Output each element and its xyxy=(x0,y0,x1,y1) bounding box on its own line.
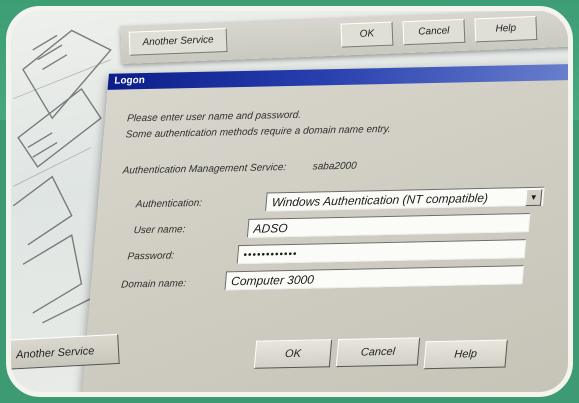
authentication-label: Authentication: xyxy=(135,197,203,211)
service-label: Authentication Management Service: xyxy=(122,162,287,177)
user-name-field[interactable]: ADSO xyxy=(246,212,531,238)
help-button[interactable]: Help xyxy=(423,339,508,370)
password-label: Password: xyxy=(127,250,175,263)
authentication-dropdown[interactable]: Windows Authentication (NT compatible) ▼ xyxy=(265,186,545,212)
logon-dialog: Logon × Please enter user name and passw… xyxy=(81,63,568,392)
chevron-down-icon[interactable]: ▼ xyxy=(524,188,543,207)
back-help-button[interactable]: Help xyxy=(474,16,538,43)
cancel-button[interactable]: Cancel xyxy=(335,337,421,368)
instruction-line-2: Some authentication methods require a do… xyxy=(125,123,392,141)
instruction-line-1: Please enter user name and password. xyxy=(126,109,302,125)
dialog-title: Logon xyxy=(113,75,146,87)
domain-name-label: Domain name: xyxy=(120,278,187,291)
another-service-button[interactable]: Another Service xyxy=(11,333,120,371)
back-ok-button[interactable]: OK xyxy=(340,21,394,48)
ok-button[interactable]: OK xyxy=(253,339,333,369)
user-name-label: User name: xyxy=(133,224,186,237)
domain-name-field[interactable]: Computer 3000 xyxy=(224,265,525,291)
service-value: saba2000 xyxy=(312,160,358,173)
password-field[interactable]: •••••••••••• xyxy=(236,239,527,265)
authentication-value: Windows Authentication (NT compatible) xyxy=(271,190,489,210)
back-cancel-button[interactable]: Cancel xyxy=(402,18,466,46)
blueprint-frame: Another Service OK Cancel Help Logon × P… xyxy=(6,6,573,397)
back-another-service-button[interactable]: Another Service xyxy=(128,27,228,56)
